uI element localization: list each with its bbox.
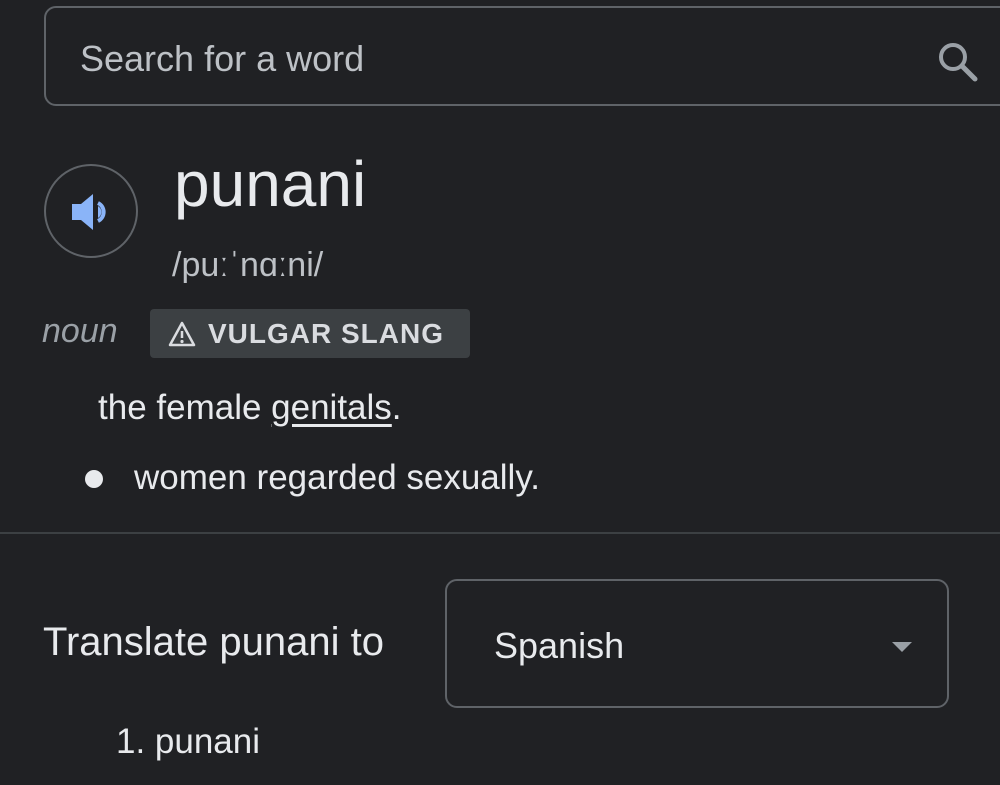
search-box[interactable] — [44, 6, 1000, 106]
language-select[interactable]: Spanish — [445, 579, 949, 708]
definition-link-genitals[interactable]: genitals — [271, 388, 392, 427]
warning-icon — [168, 321, 196, 346]
search-input[interactable] — [80, 38, 900, 80]
bullet-point — [85, 470, 103, 488]
speaker-icon — [72, 194, 106, 230]
translation-result: 1. punani — [116, 722, 261, 761]
headword: punani — [174, 148, 367, 220]
definition-prefix: the female — [98, 388, 272, 427]
selected-language: Spanish — [494, 625, 625, 666]
usage-label-badge: VULGAR SLANG — [150, 309, 470, 358]
chevron-down-icon — [892, 642, 912, 652]
dictionary-page: punani /puːˈnɑːni/ noun VULGAR SLANG the… — [0, 0, 1000, 785]
part-of-speech: noun — [42, 312, 118, 350]
section-divider — [0, 532, 1000, 534]
phonetic-spelling: /puːˈnɑːni/ — [172, 246, 324, 284]
definition-suffix: . — [391, 388, 402, 427]
pronunciation-audio-button[interactable] — [44, 164, 138, 258]
search-icon[interactable] — [936, 40, 980, 84]
translate-label: Translate punani to — [43, 620, 384, 664]
subsense-definition: women regarded sexually. — [134, 458, 540, 497]
usage-label-text: VULGAR SLANG — [208, 317, 444, 349]
definition: the female genitals. — [98, 388, 402, 428]
